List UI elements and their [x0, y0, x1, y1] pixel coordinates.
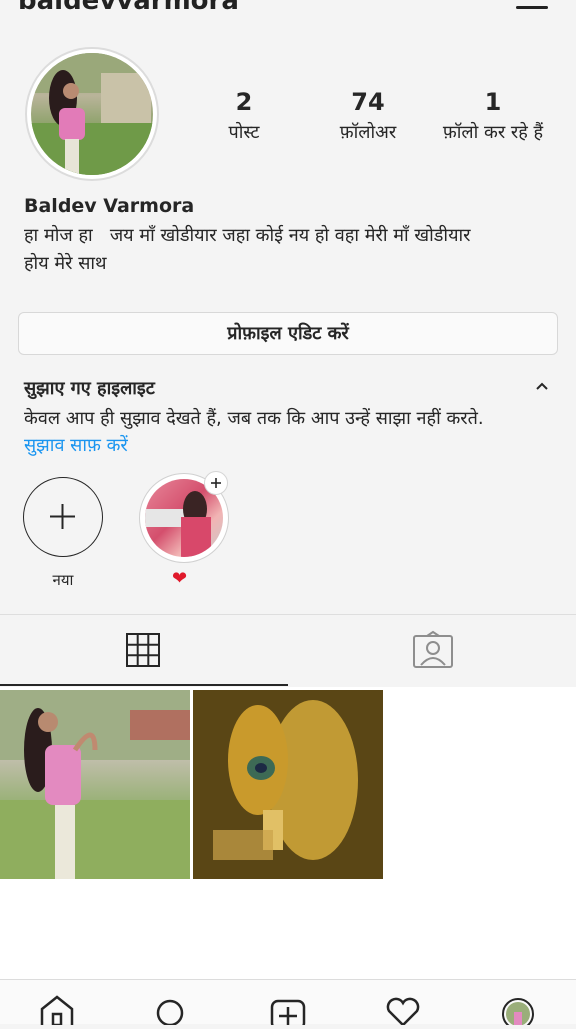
home-icon[interactable]: [40, 995, 74, 1027]
menu-icon[interactable]: [516, 6, 548, 9]
following-count-value: 1: [484, 88, 502, 116]
posts-count-label: पोस्ट: [228, 122, 260, 143]
add-highlight-plus-icon[interactable]: [204, 471, 228, 495]
following-count-label: फ़ॉलो कर रहे हैं: [442, 122, 544, 143]
add-post-icon[interactable]: [270, 999, 306, 1029]
posts-count-value: 2: [235, 88, 253, 116]
profile-name: Baldev Varmora: [24, 195, 195, 217]
profile-avatar[interactable]: [31, 53, 153, 175]
search-icon[interactable]: [156, 999, 184, 1027]
bio-line-1: हा मोज हा जय माँ खोडीयार जहा कोई नय हो व…: [24, 225, 471, 246]
account-switch-chevron-icon[interactable]: ▼: [206, 0, 215, 2]
followers-count-value: 74: [351, 88, 385, 116]
active-tab-indicator: [0, 684, 288, 686]
tagged-icon: [413, 630, 453, 668]
profile-avatar-icon[interactable]: [502, 998, 534, 1029]
new-highlight-button[interactable]: [23, 477, 103, 557]
chevron-up-icon[interactable]: [535, 376, 549, 395]
top-bar: baldevvarmora ▼: [0, 0, 576, 16]
post-thumbnail[interactable]: [0, 690, 190, 879]
posts-count[interactable]: 2 पोस्ट: [174, 88, 314, 144]
activity-heart-icon[interactable]: [386, 997, 420, 1027]
highlights-description: केवल आप ही सुझाव देखते हैं, जब तक कि आप …: [24, 408, 484, 429]
followers-count[interactable]: 74 फ़ॉलोअर: [298, 88, 438, 144]
edit-profile-button[interactable]: प्रोफ़ाइल एडिट करें: [18, 312, 558, 355]
following-count[interactable]: 1 फ़ॉलो कर रहे हैं: [423, 88, 563, 144]
new-highlight-label: नया: [52, 571, 74, 589]
plus-icon: [50, 504, 75, 529]
username-header[interactable]: baldevvarmora: [18, 0, 239, 16]
highlights-title: सुझाए गए हाइलाइट: [24, 378, 155, 399]
tab-tagged[interactable]: [288, 615, 576, 686]
bio-line-2: होय मेरे साथ: [24, 253, 107, 274]
heart-icon: ❤: [172, 568, 188, 589]
profile-bio: हा मोज हा जय माँ खोडीयार जहा कोई नय हो व…: [24, 222, 554, 278]
bottom-navigation: [0, 979, 576, 1029]
followers-count-label: फ़ॉलोअर: [339, 122, 397, 143]
post-thumbnail[interactable]: [193, 690, 383, 879]
clear-suggestions-link[interactable]: सुझाव साफ़ करें: [24, 433, 128, 457]
tab-posts-grid[interactable]: [0, 615, 288, 686]
grid-icon: [126, 633, 160, 667]
